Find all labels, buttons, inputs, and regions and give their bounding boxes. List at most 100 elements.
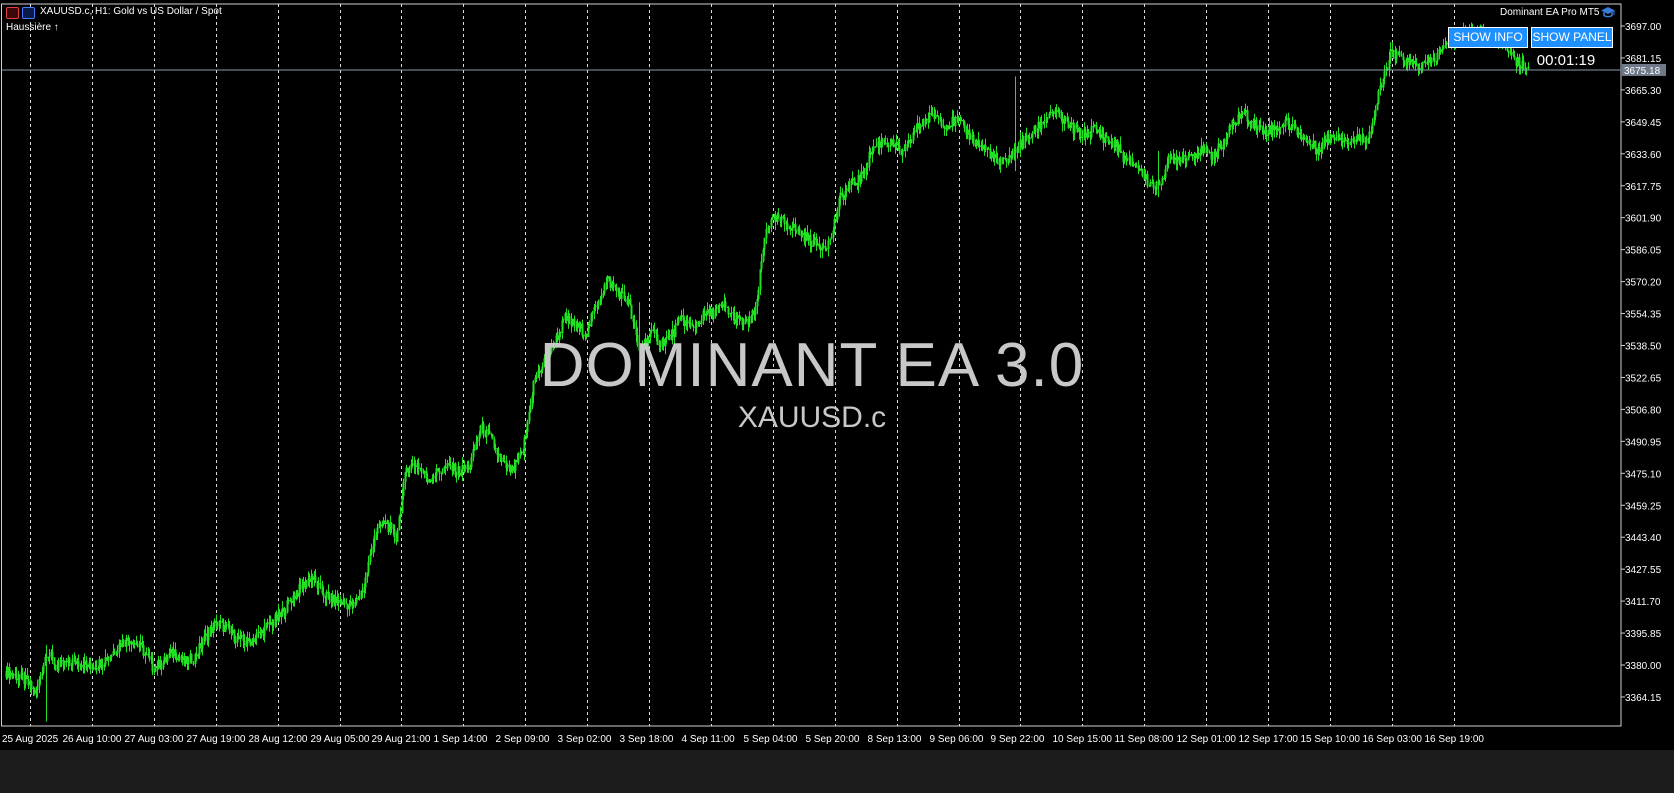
price-tick-label: 3475.10 bbox=[1625, 469, 1662, 480]
trend-label: Haussière ↑ bbox=[6, 22, 59, 33]
chart-icon[interactable] bbox=[22, 7, 35, 19]
candle bbox=[446, 459, 449, 472]
candle bbox=[629, 294, 632, 306]
candle bbox=[1271, 122, 1274, 141]
price-tick-label: 3364.15 bbox=[1625, 693, 1662, 704]
candle bbox=[1400, 50, 1403, 57]
candle bbox=[875, 138, 878, 148]
candle bbox=[1005, 157, 1008, 168]
candle bbox=[65, 657, 68, 668]
candle bbox=[1079, 127, 1082, 143]
price-tick-label: 3395.85 bbox=[1625, 629, 1662, 640]
candle bbox=[1507, 50, 1510, 58]
candle bbox=[954, 115, 957, 132]
candle bbox=[509, 464, 512, 476]
time-tick-label: 27 Aug 03:00 bbox=[125, 734, 184, 745]
symbol-info: XAUUSD.c, H1: Gold vs US Dollar / Spot bbox=[40, 6, 222, 17]
candle bbox=[1119, 136, 1122, 154]
candle bbox=[1031, 130, 1034, 144]
candle bbox=[829, 238, 832, 246]
price-tick-label: 3617.75 bbox=[1625, 182, 1662, 193]
price-tick-label: 3506.80 bbox=[1625, 405, 1662, 416]
candle bbox=[990, 151, 993, 162]
time-tick-label: 2 Sep 09:00 bbox=[496, 734, 550, 745]
candle bbox=[1350, 135, 1353, 148]
candle bbox=[963, 120, 966, 133]
time-tick-label: 11 Sep 08:00 bbox=[1115, 734, 1174, 745]
watermark-symbol: XAUUSD.c bbox=[737, 401, 887, 434]
time-tick-label: 9 Sep 22:00 bbox=[991, 734, 1045, 745]
candle bbox=[246, 631, 249, 652]
candle bbox=[1161, 175, 1164, 185]
candle bbox=[1019, 132, 1022, 157]
candle bbox=[1090, 118, 1093, 140]
candle bbox=[1191, 153, 1194, 161]
candle bbox=[1356, 127, 1359, 143]
candle bbox=[786, 217, 789, 236]
candle bbox=[1149, 179, 1152, 187]
current-price-label: 3675.18 bbox=[1624, 66, 1661, 77]
candle bbox=[937, 115, 940, 125]
candle bbox=[145, 647, 148, 655]
candle bbox=[358, 589, 361, 601]
time-tick-label: 10 Sep 15:00 bbox=[1053, 734, 1113, 745]
candle bbox=[30, 680, 33, 696]
time-tick-label: 27 Aug 19:00 bbox=[187, 734, 246, 745]
candle bbox=[104, 649, 107, 668]
candle bbox=[1273, 120, 1276, 138]
candle bbox=[172, 641, 175, 663]
price-tick-label: 3522.65 bbox=[1625, 373, 1662, 384]
graduation-cap-icon[interactable] bbox=[1600, 6, 1616, 19]
price-chart[interactable]: 3697.00 3681.15 3665.30 3649.45 3633.60 3617.… bbox=[0, 0, 1674, 750]
candle bbox=[157, 655, 160, 670]
candle bbox=[1262, 121, 1265, 140]
show-panel-button[interactable]: SHOW PANEL bbox=[1531, 27, 1613, 48]
price-tick-label: 3601.90 bbox=[1625, 214, 1662, 225]
time-tick-label: 29 Aug 05:00 bbox=[311, 734, 370, 745]
candle bbox=[42, 662, 45, 675]
candle bbox=[387, 520, 390, 536]
candle bbox=[630, 304, 633, 320]
candle-timer: 00:01:19 bbox=[1536, 52, 1596, 69]
price-tick-label: 3443.40 bbox=[1625, 533, 1662, 544]
time-tick-label: 1 Sep 14:00 bbox=[434, 734, 488, 745]
watermark-title: DOMINANT EA 3.0 bbox=[539, 331, 1085, 400]
candle bbox=[890, 138, 893, 147]
price-tick-label: 3554.35 bbox=[1625, 310, 1662, 321]
candle bbox=[441, 468, 444, 475]
candle bbox=[830, 233, 833, 239]
ea-name: Dominant EA Pro MT5 bbox=[1500, 7, 1600, 18]
time-tick-label: 3 Sep 18:00 bbox=[620, 734, 674, 745]
candle bbox=[257, 625, 260, 639]
candle bbox=[759, 269, 762, 296]
candle bbox=[928, 105, 931, 123]
candle bbox=[1008, 147, 1011, 164]
show-info-button[interactable]: SHOW INFO bbox=[1448, 27, 1528, 48]
candle bbox=[842, 194, 845, 206]
time-tick-label: 16 Sep 03:00 bbox=[1363, 734, 1423, 745]
candle bbox=[916, 115, 919, 138]
price-tick-label: 3633.60 bbox=[1625, 150, 1662, 161]
candle bbox=[1371, 118, 1374, 135]
candle bbox=[807, 233, 810, 246]
candle bbox=[48, 649, 51, 665]
menu-icon[interactable] bbox=[6, 7, 19, 19]
candle bbox=[130, 640, 133, 652]
candle bbox=[860, 163, 863, 184]
candle bbox=[1141, 168, 1144, 178]
candle bbox=[125, 634, 128, 653]
time-tick-label: 9 Sep 06:00 bbox=[930, 734, 984, 745]
candle bbox=[396, 527, 399, 543]
candle bbox=[6, 662, 9, 680]
candle bbox=[514, 459, 517, 479]
candle bbox=[827, 236, 830, 257]
candle bbox=[423, 470, 426, 479]
time-tick-label: 16 Sep 19:00 bbox=[1425, 734, 1485, 745]
time-tick-label: 5 Sep 20:00 bbox=[806, 734, 860, 745]
price-tick-label: 3586.05 bbox=[1625, 246, 1662, 257]
candle bbox=[706, 302, 709, 316]
candle bbox=[1516, 53, 1519, 68]
candle bbox=[1335, 131, 1338, 142]
time-tick-label: 28 Aug 12:00 bbox=[249, 734, 308, 745]
time-tick-label: 26 Aug 10:00 bbox=[63, 734, 122, 745]
